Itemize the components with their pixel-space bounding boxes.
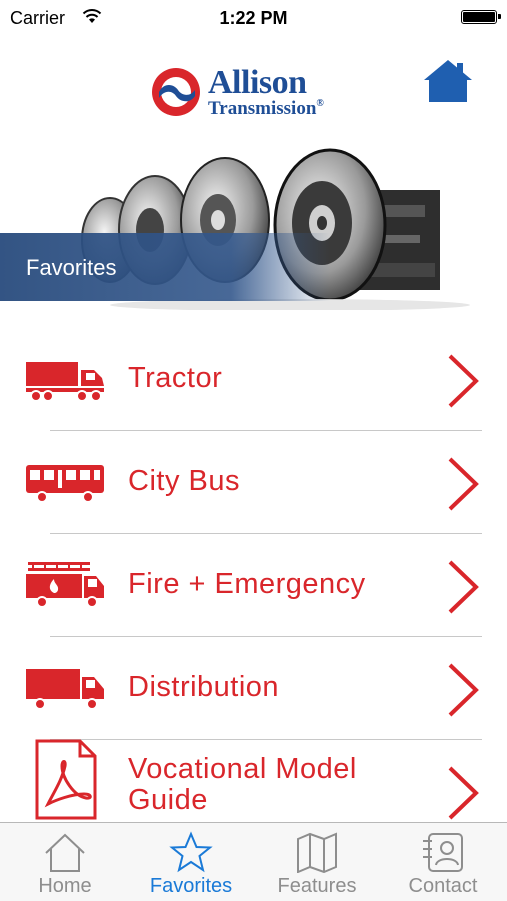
box-truck-icon	[26, 669, 104, 710]
chevron-right-icon	[448, 560, 479, 614]
tab-home[interactable]: Home	[2, 823, 128, 901]
battery-icon	[461, 10, 501, 24]
map-fold-icon	[297, 832, 337, 873]
chevron-right-icon	[448, 457, 479, 511]
list-item-tractor[interactable]: Tractor	[0, 328, 507, 431]
list-item-label: City Bus	[128, 465, 240, 497]
clock: 1:22 PM	[219, 8, 288, 28]
allison-logo-mark-icon	[152, 68, 200, 116]
chevron-right-icon	[448, 663, 479, 717]
tractor-trailer-icon	[26, 362, 104, 402]
tab-contact[interactable]: Contact	[380, 823, 506, 901]
list-item-label: Tractor	[128, 362, 223, 394]
list-item-label: Fire + Emergency	[128, 568, 366, 600]
allison-logo: Allison Transmission®	[150, 64, 360, 119]
tab-label: Features	[277, 875, 357, 897]
tab-label: Contact	[408, 875, 478, 897]
home-button-icon[interactable]	[422, 58, 474, 104]
house-outline-icon	[45, 833, 85, 872]
list-item-fire-emergency[interactable]: Fire + Emergency	[0, 534, 507, 637]
favorites-list: Tractor City Bus Fire + Emergency Distri…	[0, 328, 507, 843]
logo-text-allison: Allison	[208, 64, 307, 101]
tab-favorites[interactable]: Favorites	[128, 823, 254, 901]
list-item-distribution[interactable]: Distribution	[0, 637, 507, 740]
chevron-right-icon	[448, 766, 479, 820]
star-outline-icon	[169, 831, 213, 873]
contact-card-icon	[423, 833, 463, 872]
tab-label: Home	[38, 875, 92, 897]
hero-banner: Favorites	[0, 145, 507, 310]
logo-text-transmission: Transmission®	[208, 98, 324, 119]
list-item-label: Vocational Model Guide	[128, 753, 357, 816]
list-item-city-bus[interactable]: City Bus	[0, 431, 507, 534]
list-item-label: Distribution	[128, 671, 280, 703]
page-title: Favorites	[26, 255, 117, 280]
chevron-right-icon	[448, 354, 479, 408]
bus-icon	[26, 465, 104, 503]
tab-label: Favorites	[149, 875, 233, 897]
tab-bar: Home Favorites Features Contact	[0, 822, 507, 901]
tab-features[interactable]: Features	[254, 823, 380, 901]
fire-truck-icon	[26, 562, 104, 608]
status-bar: Carrier 1:22 PM	[0, 0, 507, 36]
pdf-document-icon	[35, 739, 97, 820]
